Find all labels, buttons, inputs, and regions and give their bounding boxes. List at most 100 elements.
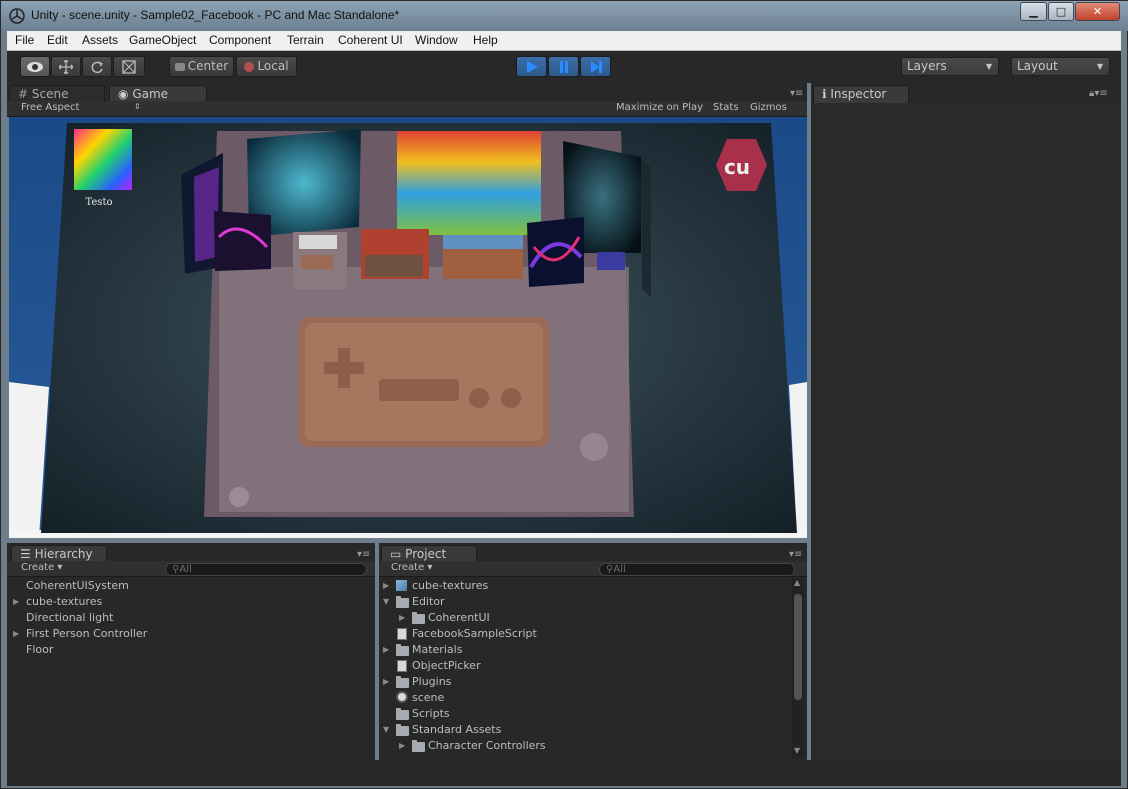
pivot-center-button[interactable]: Center <box>169 56 234 77</box>
minimize-button[interactable]: ▁ <box>1020 2 1047 21</box>
eye-icon <box>27 62 43 72</box>
list-item[interactable]: ObjectPicker <box>412 658 481 674</box>
project-create-button[interactable]: Create ▾ <box>391 562 432 573</box>
list-item[interactable]: Directional light <box>26 610 113 626</box>
scroll-thumb[interactable] <box>794 594 802 700</box>
toolbar: Center Local Layers ▼ Layout ▼ <box>7 51 1121 83</box>
stats-toggle[interactable]: Stats <box>713 102 739 113</box>
project-toolbar: Create ▾ ⚲All <box>379 561 807 577</box>
status-bar <box>7 760 1121 786</box>
project-tabstrip: ▭ Project ▾≡ <box>379 543 807 563</box>
move-tool-button[interactable] <box>51 56 81 77</box>
chevron-updown-icon: ⇕ <box>134 102 141 111</box>
folder-icon <box>412 740 425 752</box>
folder-icon <box>396 676 409 688</box>
list-item[interactable]: First Person Controller <box>26 626 147 642</box>
play-icon <box>526 61 538 73</box>
tab-scene-label: Scene <box>31 87 69 101</box>
hierarchy-search-input[interactable]: ⚲All <box>165 563 367 576</box>
hierarchy-create-button[interactable]: Create ▾ <box>21 562 62 573</box>
menu-help[interactable]: Help <box>473 33 498 47</box>
list-item[interactable]: Scripts <box>412 706 450 722</box>
step-icon <box>590 61 602 73</box>
list-item[interactable]: CoherentUI <box>428 610 490 626</box>
list-item[interactable]: Floor <box>26 642 53 658</box>
layout-dropdown[interactable]: Layout ▼ <box>1011 57 1110 76</box>
list-item[interactable]: Plugins <box>412 674 451 690</box>
project-create-label: Create <box>391 562 425 573</box>
list-item[interactable]: Character Controllers <box>428 738 546 754</box>
step-button[interactable] <box>580 56 611 77</box>
menu-edit[interactable]: Edit <box>47 33 68 47</box>
scale-tool-button[interactable] <box>113 56 145 77</box>
pause-icon <box>559 61 568 73</box>
project-search-input[interactable]: ⚲All <box>599 563 795 576</box>
scale-icon <box>122 60 136 74</box>
scroll-up-icon[interactable]: ▲ <box>794 578 800 587</box>
pivot-icon <box>174 62 185 71</box>
project-scrollbar[interactable]: ▲ ▼ <box>792 578 804 758</box>
folder-icon <box>412 612 425 624</box>
tab-inspector-label: Inspector <box>830 87 887 101</box>
list-item[interactable]: scene <box>412 690 444 706</box>
scroll-down-icon[interactable]: ▼ <box>794 746 800 755</box>
local-icon <box>244 61 255 72</box>
tab-inspector[interactable]: ℹ Inspector <box>813 85 909 103</box>
maximize-on-play-toggle[interactable]: Maximize on Play <box>616 102 703 113</box>
menu-coherent-ui[interactable]: Coherent UI <box>338 33 403 47</box>
list-item[interactable]: FacebookSampleScript <box>412 626 537 642</box>
folder-icon <box>396 708 409 720</box>
collapse-arrow-icon[interactable]: ▼ <box>383 722 389 738</box>
expand-arrow-icon[interactable]: ▶ <box>399 610 405 626</box>
menu-assets[interactable]: Assets <box>82 33 118 47</box>
menu-component[interactable]: Component <box>209 33 271 47</box>
unity-window: Unity - scene.unity - Sample02_Facebook … <box>0 0 1128 789</box>
aspect-dropdown[interactable]: Free Aspect <box>21 102 79 113</box>
move-icon <box>58 59 74 75</box>
expand-arrow-icon[interactable]: ▶ <box>383 578 389 594</box>
inspector-tabstrip: ℹ Inspector 🔒︎▾≡ <box>811 83 1121 103</box>
panel-menu-icon[interactable]: ▾≡ <box>357 549 370 560</box>
game-tab-icon: ◉ <box>118 87 129 101</box>
menu-window[interactable]: Window <box>415 33 458 47</box>
hierarchy-create-label: Create <box>21 562 55 573</box>
pause-button[interactable] <box>548 56 579 77</box>
menu-file[interactable]: File <box>15 33 34 47</box>
title-bar: Unity - scene.unity - Sample02_Facebook … <box>1 1 1128 31</box>
list-item[interactable]: cube-textures <box>412 578 488 594</box>
window-title: Unity - scene.unity - Sample02_Facebook … <box>31 8 400 22</box>
prefab-icon <box>396 580 407 591</box>
folder-icon <box>396 596 409 608</box>
hierarchy-icon: ☰ <box>20 547 31 561</box>
hierarchy-toolbar: Create ▾ ⚲All <box>7 561 375 577</box>
menu-terrain[interactable]: Terrain <box>287 33 324 47</box>
play-button[interactable] <box>516 56 547 77</box>
list-item[interactable]: CoherentUISystem <box>26 578 129 594</box>
collapse-arrow-icon[interactable]: ▼ <box>383 594 389 610</box>
pivot-label: Center <box>187 59 229 73</box>
expand-arrow-icon[interactable]: ▶ <box>13 594 19 610</box>
list-item[interactable]: Editor <box>412 594 445 610</box>
lock-icon[interactable]: 🔒︎▾≡ <box>1089 88 1108 99</box>
expand-arrow-icon[interactable]: ▶ <box>383 674 389 690</box>
panel-menu-icon[interactable]: ▾≡ <box>790 88 803 99</box>
project-search-placeholder: All <box>613 564 626 575</box>
maximize-button[interactable]: □ <box>1048 2 1074 21</box>
expand-arrow-icon[interactable]: ▶ <box>399 738 405 754</box>
script-icon <box>397 660 407 672</box>
list-item[interactable]: Materials <box>412 642 462 658</box>
expand-arrow-icon[interactable]: ▶ <box>383 642 389 658</box>
expand-arrow-icon[interactable]: ▶ <box>13 626 19 642</box>
gizmos-dropdown[interactable]: Gizmos <box>750 102 787 113</box>
close-button[interactable]: ✕ <box>1075 2 1120 21</box>
game-viewport[interactable]: Testo cu <box>9 117 807 538</box>
layout-label: Layout <box>1017 59 1058 73</box>
panel-menu-icon[interactable]: ▾≡ <box>789 549 802 560</box>
list-item[interactable]: cube-textures <box>26 594 102 610</box>
pivot-space-button[interactable]: Local <box>236 56 297 77</box>
layers-dropdown[interactable]: Layers ▼ <box>901 57 999 76</box>
view-tool-button[interactable] <box>20 56 50 77</box>
menu-gameobject[interactable]: GameObject <box>129 33 196 47</box>
list-item[interactable]: Standard Assets <box>412 722 501 738</box>
rotate-tool-button[interactable] <box>82 56 112 77</box>
